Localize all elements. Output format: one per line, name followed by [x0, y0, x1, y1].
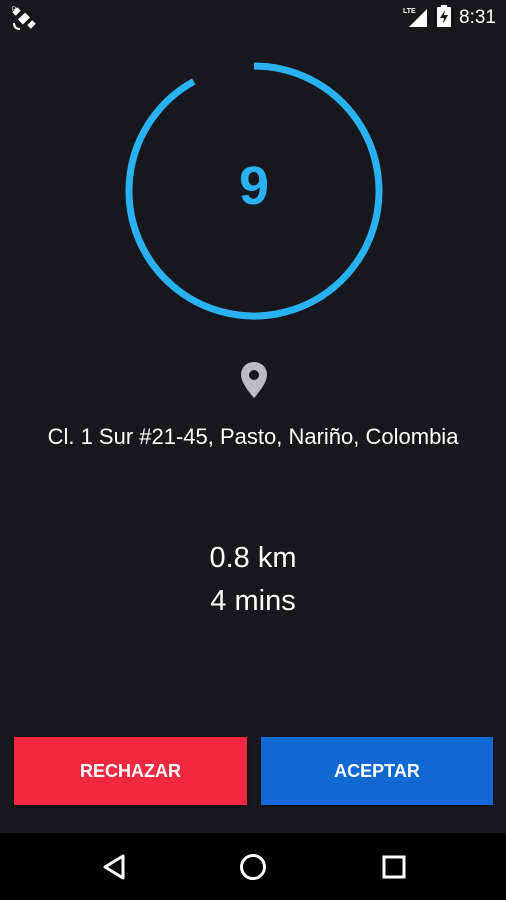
accept-button[interactable]: ACEPTAR	[261, 737, 493, 805]
trip-distance: 0.8 km	[209, 542, 297, 574]
home-icon[interactable]	[233, 847, 273, 887]
pickup-address: Cl. 1 Sur #21-45, Pasto, Nariño, Colombi…	[47, 424, 459, 449]
trip-duration: 4 mins	[210, 585, 296, 617]
reject-button[interactable]: RECHAZAR	[14, 737, 247, 805]
satellite-icon: P	[10, 4, 40, 32]
signal-icon: LTE	[403, 5, 429, 32]
recents-icon[interactable]	[374, 847, 414, 887]
back-icon[interactable]	[94, 847, 134, 887]
status-bar: P LTE 8:31	[0, 0, 506, 36]
location-pin-icon	[238, 360, 270, 400]
status-time: 8:31	[459, 7, 496, 28]
svg-text:P: P	[12, 7, 16, 13]
countdown-timer: 9	[125, 62, 383, 320]
battery-charging-icon	[437, 4, 452, 32]
countdown-value: 9	[238, 156, 270, 216]
network-type-label: LTE	[403, 8, 416, 15]
navigation-bar	[0, 833, 506, 900]
